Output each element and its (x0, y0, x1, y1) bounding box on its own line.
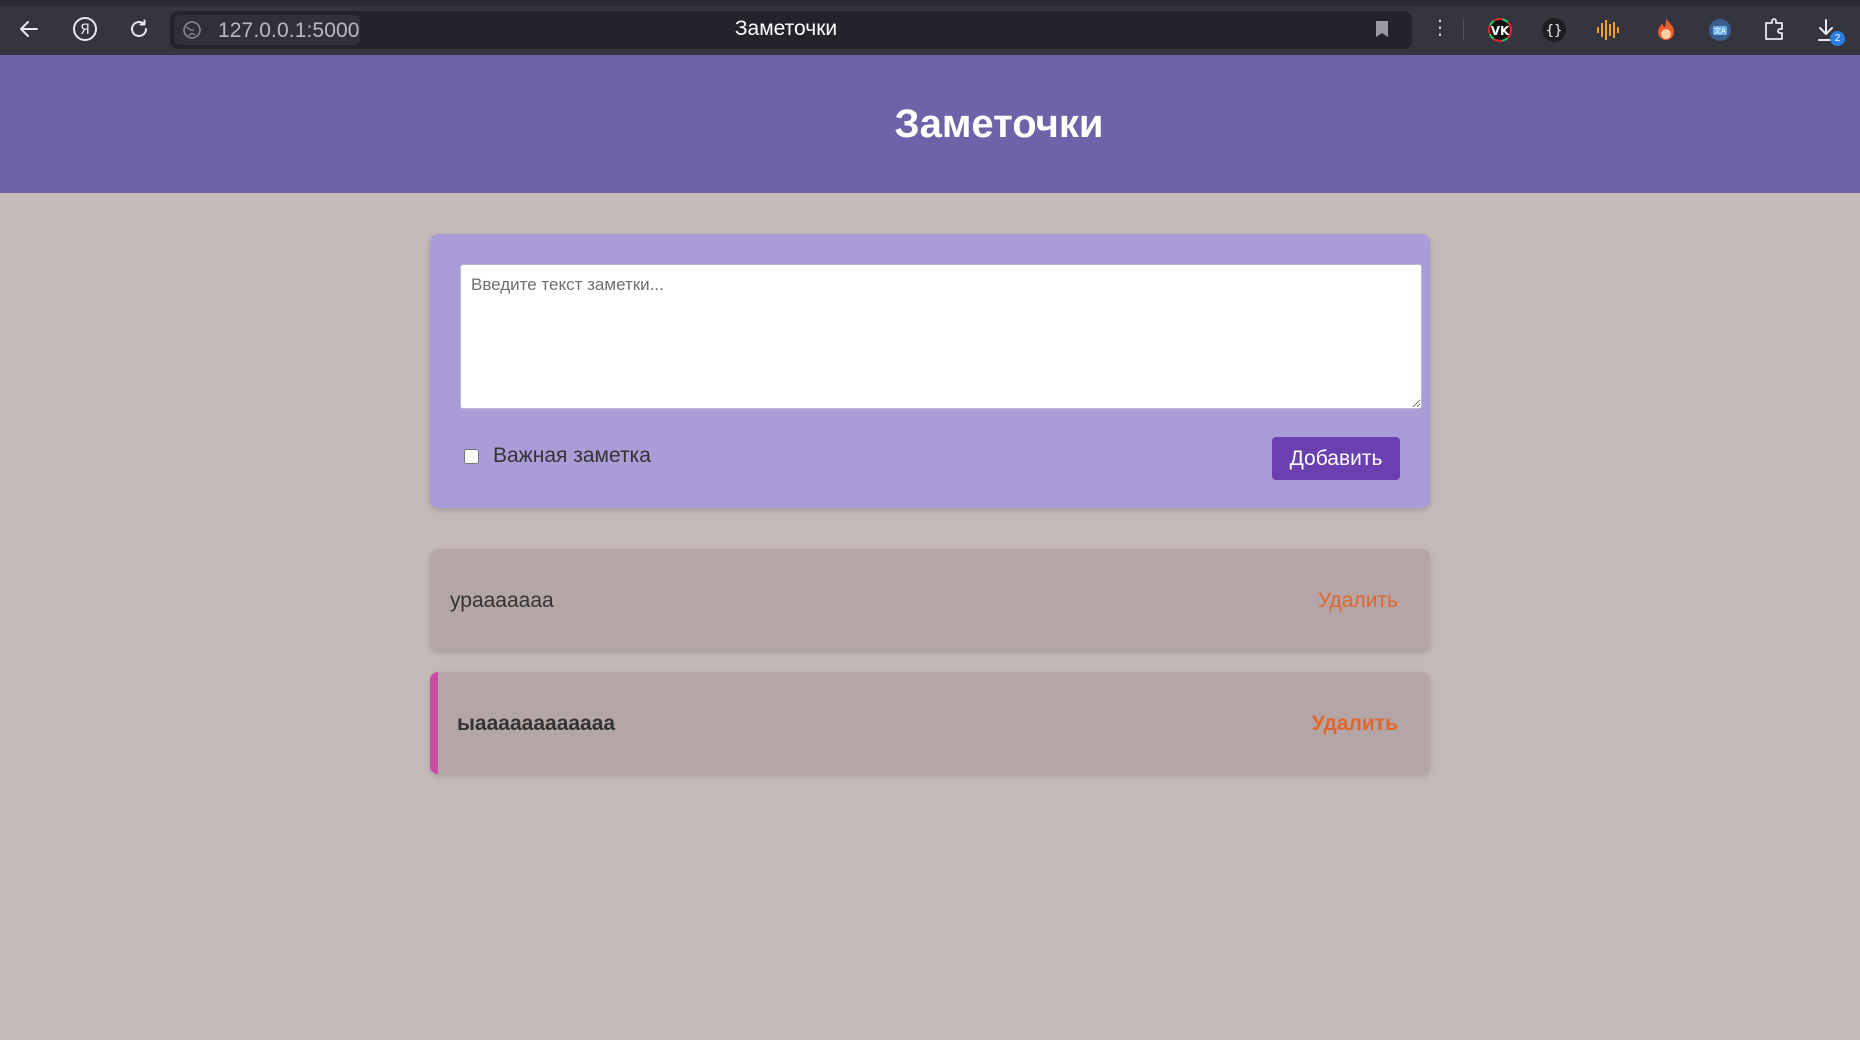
delete-note-button[interactable]: Удалить (1318, 589, 1398, 613)
add-note-button[interactable]: Добавить (1272, 437, 1400, 480)
important-toggle[interactable]: Важная заметка (464, 444, 651, 468)
note-card: урааааааа Удалить (430, 549, 1430, 651)
page-tab-title: Заметочки (734, 17, 838, 40)
vk-extension-icon[interactable]: VK (1486, 16, 1514, 44)
json-extension-icon[interactable]: {} (1540, 16, 1568, 44)
page-title: Заметочки (894, 101, 1104, 146)
note-text-input[interactable] (460, 264, 1422, 409)
toolbar-divider (1463, 20, 1464, 40)
translate-extension-icon[interactable]: 文A (1706, 16, 1734, 44)
important-label: Важная заметка (493, 444, 651, 467)
audio-extension-icon[interactable] (1594, 16, 1622, 44)
page-header: Заметочки (0, 55, 1860, 193)
note-text: урааааааа (450, 589, 554, 612)
important-checkbox[interactable] (464, 448, 479, 464)
tab-strip (0, 0, 1860, 6)
svg-text:VK: VK (1491, 24, 1510, 38)
add-note-form: Важная заметка Добавить (430, 234, 1430, 508)
browser-toolbar: Я 127.0.0.1:5000 Заметочки ⋮ VK {} 文A 2 (0, 0, 1860, 55)
bookmark-icon[interactable] (1375, 20, 1389, 38)
svg-text:文A: 文A (1714, 26, 1726, 35)
downloads-button[interactable]: 2 (1814, 16, 1845, 46)
menu-kebab-icon[interactable]: ⋮ (1430, 18, 1450, 38)
fire-extension-icon[interactable] (1652, 16, 1680, 44)
svg-text:{}: {} (1546, 23, 1563, 39)
note-card-important: ыаааааааааааа Удалить (430, 672, 1430, 774)
downloads-badge: 2 (1830, 31, 1845, 46)
delete-note-button[interactable]: Удалить (1312, 712, 1398, 736)
note-text: ыаааааааааааа (457, 712, 616, 735)
extensions-puzzle-icon[interactable] (1760, 16, 1788, 44)
